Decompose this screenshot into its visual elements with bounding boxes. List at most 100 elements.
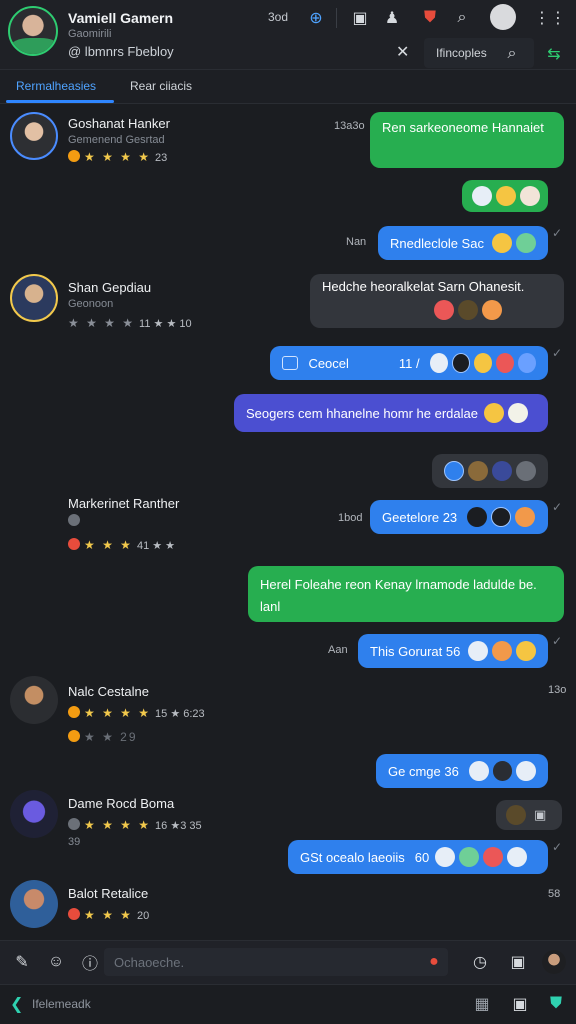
user-avatar[interactable] (542, 950, 566, 974)
contact-name: Balot Retalice (68, 886, 149, 901)
contact-rating: ★ ★ ★ ★ 23 (68, 150, 167, 164)
message-bubble[interactable]: Ren sarkeoneome Hannaiet (370, 112, 564, 168)
contact-name: Goshanat Hanker (68, 116, 170, 131)
link-icon[interactable]: ⊕ (304, 6, 328, 30)
search-icon[interactable]: ⌕ (450, 6, 474, 30)
attach-icon[interactable]: ✎ (10, 950, 34, 974)
close-icon[interactable]: ✕ (396, 42, 409, 62)
emoji-icon (473, 353, 492, 373)
emoji-icon (496, 186, 516, 206)
contact-name: Nalc Cestalne (68, 684, 149, 699)
media-icon (282, 356, 299, 370)
menu-icon[interactable]: ⋮⋮ (534, 6, 566, 30)
contact-rating: ★ ★ ★ 20 (68, 908, 149, 922)
read-receipt-icon: ✓ (552, 840, 563, 854)
emoji-icon (516, 641, 536, 661)
emoji-icon (492, 461, 512, 481)
message-text: GSt ocealo laeoiis (300, 849, 405, 865)
profile-avatar[interactable] (8, 6, 58, 56)
avatar (10, 274, 58, 322)
contact-rating-secondary: ★ ★ 29 (68, 730, 138, 744)
message-meta: 11 / (398, 355, 420, 371)
emoji-icon (444, 461, 464, 481)
star-icon: ★ ★ ★ ★ (84, 706, 152, 720)
emoji-icon (435, 847, 456, 867)
emoji-icon (515, 233, 536, 253)
gallery-icon[interactable]: ▦ (470, 992, 494, 1016)
rating-value: 11 ★ ★ 10 (139, 318, 192, 330)
emoji-icon (472, 186, 492, 206)
message-bubble[interactable]: This Gorurat 56 (358, 634, 548, 668)
emoji-icon (492, 641, 513, 661)
message-bubble[interactable]: Ceocel 11 / (270, 346, 548, 380)
media-icon[interactable]: ▣ (506, 950, 530, 974)
users-icon[interactable]: ♟ (380, 6, 404, 30)
message-bubble[interactable]: Herel Foleahe reon Kenay lrnamode laduld… (248, 566, 564, 622)
message-bubble[interactable]: ▣ (496, 800, 562, 830)
avatar (10, 880, 58, 928)
read-receipt-icon: ✓ (552, 634, 563, 648)
rating-value: 15 ★ 6:23 (155, 708, 205, 720)
message-time: 13o (548, 684, 567, 696)
clock-icon[interactable]: ◷ (468, 950, 492, 974)
message-bubble[interactable]: Hedche heoralkelat Sarn Ohanesit. (310, 274, 564, 328)
emoji-icon (468, 641, 489, 661)
emoji-icon (451, 353, 470, 373)
star-icon: ★ ★ ★ ★ (84, 818, 152, 832)
contact-rating: ★ ★ ★ ★ 16 ★3 35 (68, 818, 202, 832)
contact-subtitle: Gemenend Gesrtad (68, 134, 165, 146)
emoji-icon (467, 507, 488, 527)
message-text: This Gorurat 56 (370, 643, 461, 659)
emoji-icon (516, 461, 536, 481)
emoji-icon (495, 353, 514, 373)
shield-icon[interactable]: ⛊ (544, 992, 568, 1016)
info-icon[interactable]: ⓘ (78, 950, 102, 974)
upload-icon[interactable]: ▣ (348, 6, 372, 30)
message-text: Ceocel (308, 355, 349, 371)
message-bubble[interactable]: Seogers cem hhanelne homr he erdalae (234, 394, 548, 432)
star-icon: ★ ★ ★ ★ (84, 150, 152, 164)
contact-name: Vamiell Gamern (68, 10, 174, 26)
message-bubble[interactable]: Rnedleclole Sac (378, 226, 548, 260)
contact-rating: ★ ★ ★ ★ 11 ★ ★ 10 (68, 316, 192, 330)
contact-subtitle: Geonoon (68, 298, 114, 310)
message-bubble[interactable]: Ge cmge 36 (376, 754, 548, 788)
message-bubble[interactable] (462, 180, 548, 212)
avatar (10, 790, 58, 838)
tab-primary[interactable]: Rermalheasies (16, 79, 96, 93)
alert-icon[interactable]: ● (422, 950, 446, 974)
tab-secondary[interactable]: Rear ciiacis (130, 79, 192, 93)
header-count: 3od (268, 10, 289, 24)
contact-rating: ★ ★ ★ 41 ★ ★ (68, 538, 175, 552)
message-bubble[interactable]: Geetelore 23 (370, 500, 548, 534)
rating-value: 41 ★ ★ (136, 540, 176, 552)
tab-active-indicator (6, 100, 114, 103)
contact-name: Shan Gepdiau (68, 280, 152, 295)
shield-icon[interactable]: ⛊ (418, 6, 442, 30)
split-icon[interactable]: ⇆ (542, 42, 566, 66)
emoji-icon (482, 300, 502, 320)
message-bubble[interactable] (432, 454, 548, 488)
emoji-icon (507, 403, 528, 423)
contact-item[interactable]: Markerinet Ranther ★ ★ ★ 41 ★ ★ (0, 490, 240, 560)
contact-name: Dame Rocd Boma (68, 796, 175, 811)
message-bubble[interactable]: GSt ocealo laeoiis 60 (288, 840, 548, 874)
rating-value: 23 (155, 152, 168, 164)
contact-item[interactable]: Nalc Cestalne ★ ★ ★ ★ 15 ★ 6:23 ★ ★ 29 (0, 674, 240, 744)
profile-icon[interactable] (490, 4, 516, 30)
emoji-icon (491, 233, 512, 253)
rating-value: 20 (136, 910, 150, 922)
contact-item[interactable]: Dame Rocd Boma ★ ★ ★ ★ 16 ★3 35 39 (0, 790, 240, 860)
contact-item[interactable]: Goshanat Hanker Gemenend Gesrtad ★ ★ ★ ★… (0, 110, 240, 180)
contact-item[interactable]: Shan Gepdiau Geonoon ★ ★ ★ ★ 11 ★ ★ 10 (0, 272, 240, 342)
edit-icon[interactable]: ▣ (508, 992, 532, 1016)
emoji-icon (516, 761, 536, 781)
message-text: Geetelore 23 (382, 509, 458, 525)
contact-item[interactable]: Balot Retalice ★ ★ ★ 20 (0, 878, 240, 948)
emoji-icon (468, 461, 488, 481)
back-arrow-icon[interactable]: ❮ (10, 994, 23, 1014)
search-icon[interactable]: ⌕ (500, 42, 524, 66)
emoji-icon[interactable]: ☺ (44, 950, 68, 974)
secondary-rating: ★ ★ 29 (84, 730, 138, 744)
read-receipt-icon: ✓ (552, 346, 563, 360)
